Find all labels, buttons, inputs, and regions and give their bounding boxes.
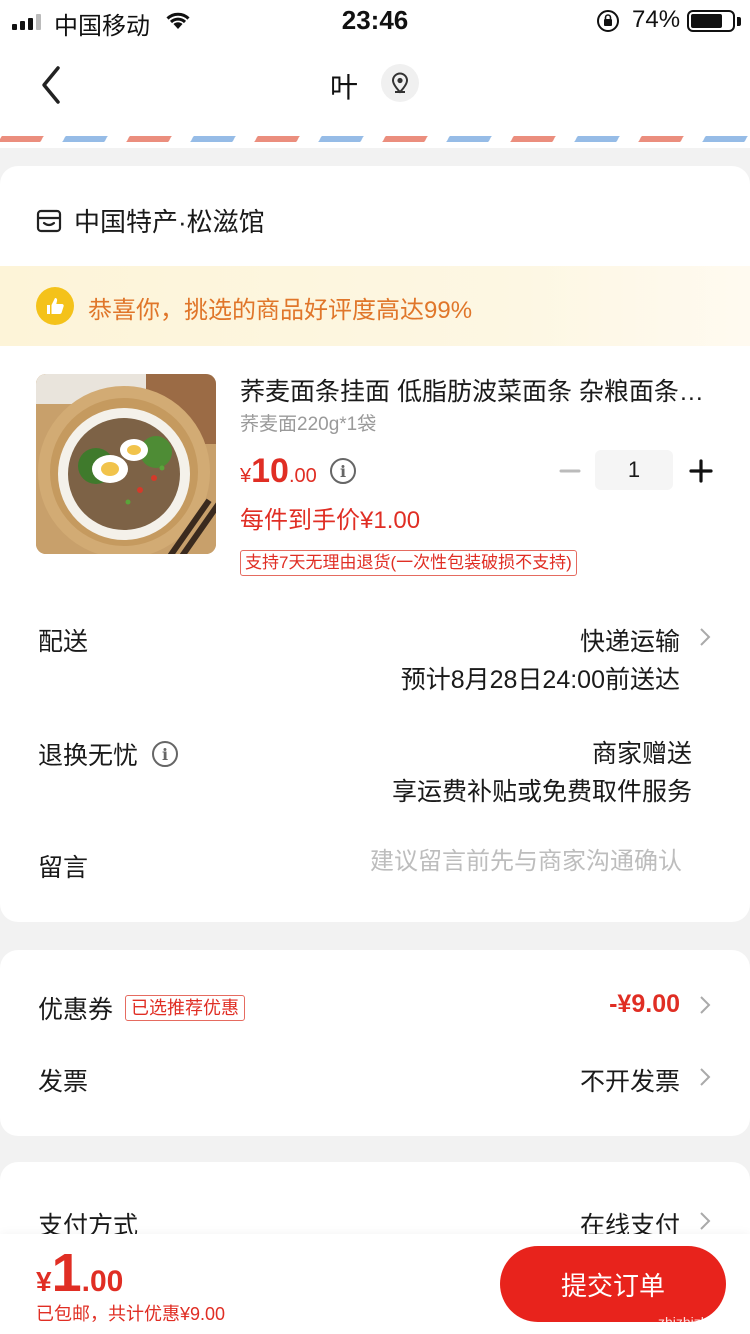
airmail-stripe [0, 132, 750, 148]
battery-percent: 74% [632, 6, 681, 33]
praise-banner: 恭喜你，挑选的商品好评度高达99% [0, 266, 750, 346]
product-spec: 荞麦面220g*1袋 [240, 414, 377, 435]
chevron-right-icon[interactable] [698, 994, 712, 1016]
invoice-value[interactable]: 不开发票 [580, 1062, 680, 1098]
location-pin-icon[interactable] [381, 64, 419, 102]
chevron-left-icon [42, 66, 60, 104]
product-title[interactable]: 荞麦面条挂面 低脂肪波菜面条 杂粮面条 荞麦面 [240, 372, 710, 408]
total-decimal: .00 [81, 1265, 124, 1298]
final-price: 每件到手价¥1.00 [240, 507, 421, 534]
total-currency: ¥ [36, 1266, 52, 1297]
info-icon[interactable]: i [152, 741, 179, 767]
thumbs-up-icon [36, 287, 74, 325]
chevron-right-icon[interactable] [698, 1210, 712, 1232]
battery-tip [737, 17, 741, 26]
message-input[interactable] [320, 842, 682, 882]
shop-header[interactable]: 中国特产·松滋馆 [36, 202, 265, 239]
discount-card: 优惠券 已选推荐优惠 -¥9.00 发票 不开发票 [0, 950, 750, 1136]
shop-name: 中国特产·松滋馆 [74, 207, 265, 237]
checkout-bar: ¥ 1 .00 已包邮，共计优惠¥9.00 提交订单 zhizhizhi.com [0, 1234, 750, 1334]
total-integer: 1 [51, 1243, 82, 1303]
return-service-value: 商家赠送 [591, 740, 692, 768]
delivery-method[interactable]: 快递运输 [580, 622, 680, 658]
chevron-right-icon[interactable] [698, 1066, 712, 1088]
plus-icon[interactable] [686, 456, 716, 486]
order-card: 中国特产·松滋馆 恭喜你，挑选的商品好评度高达99% 荞麦面条挂面 低脂肪波菜面… [0, 166, 750, 922]
total-savings: 已包邮，共计优惠¥9.00 [36, 1304, 226, 1324]
price-currency: ¥ [240, 465, 252, 487]
store-icon [36, 209, 62, 232]
quantity-stepper[interactable]: 1 [595, 450, 673, 490]
price-integer: 10 [251, 452, 289, 490]
return-policy-tag: 支持7天无理由退货(一次性包装破损不支持) [240, 550, 577, 576]
praise-text: 恭喜你，挑选的商品好评度高达99% [88, 297, 473, 324]
invoice-label: 发票 [38, 1068, 89, 1096]
battery-icon [687, 10, 735, 32]
coupon-label: 优惠券 [38, 996, 114, 1024]
delivery-label: 配送 [38, 628, 89, 656]
coupon-value[interactable]: -¥9.00 [609, 990, 680, 1019]
return-service-detail: 享运费补贴或免费取件服务 [391, 778, 692, 806]
minus-icon[interactable] [555, 456, 585, 486]
delivery-eta: 预计8月28日24:00前送达 [400, 666, 680, 694]
status-bar: 中国移动 23:46 74% [0, 0, 750, 40]
message-label: 留言 [38, 854, 89, 882]
return-service-row: 退换无忧 i [38, 736, 179, 772]
submit-order-button[interactable]: 提交订单 [500, 1246, 726, 1322]
product-image[interactable] [36, 374, 216, 554]
page-title: 叶 [330, 72, 359, 103]
total-price: ¥ 1 .00 [36, 1242, 123, 1304]
price-info-icon[interactable]: i [330, 458, 356, 484]
watermark: zhizhizhi.com [657, 1314, 742, 1330]
nav-bar: 叶 [0, 40, 750, 132]
product-price: ¥ 10 .00 [240, 452, 317, 491]
coupon-tag: 已选推荐优惠 [125, 995, 246, 1021]
return-service-label: 退换无忧 [38, 742, 139, 770]
back-button[interactable] [30, 60, 74, 110]
price-decimal: .00 [288, 465, 317, 487]
coupon-row[interactable]: 优惠券 已选推荐优惠 [38, 990, 246, 1026]
chevron-right-icon[interactable] [698, 626, 712, 648]
rotation-lock-icon [596, 9, 620, 38]
